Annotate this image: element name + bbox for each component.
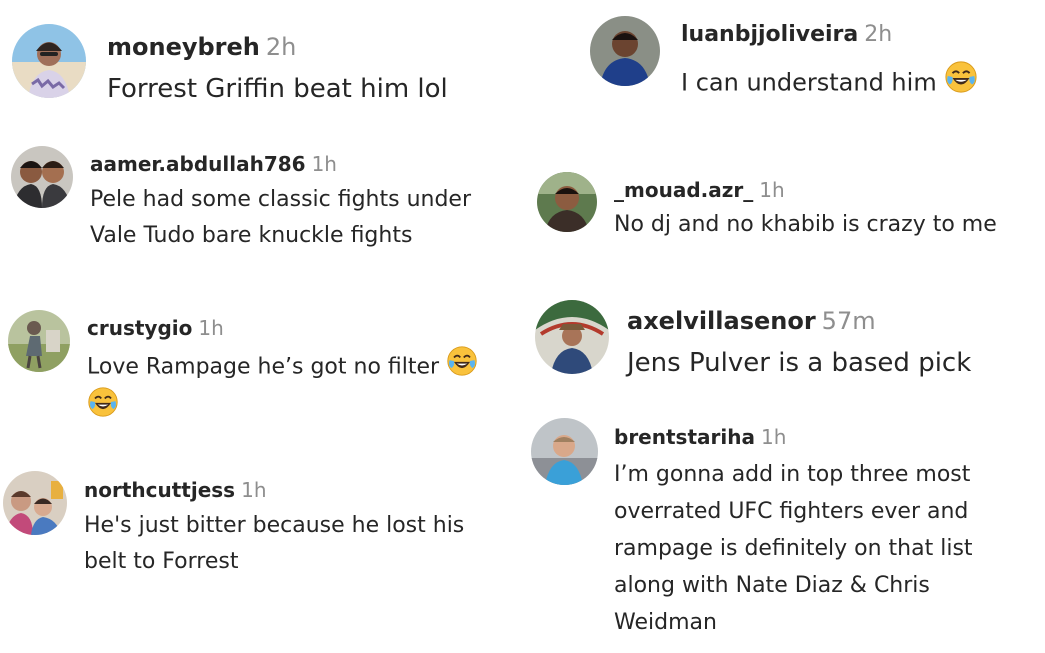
timestamp: 2h — [265, 33, 297, 61]
username[interactable]: _mouad.azr_ — [614, 178, 753, 202]
avatar[interactable] — [3, 471, 67, 535]
laughing-emoji-icon — [87, 386, 119, 418]
comment-text: Pele had some classic fights under Vale … — [90, 182, 471, 254]
comment-line-text: I can understand him — [681, 68, 937, 97]
avatar[interactable] — [8, 310, 70, 372]
comment-text: No dj and no khabib is crazy to me — [614, 207, 997, 243]
comment-line: belt to Forrest — [84, 549, 239, 574]
username[interactable]: northcuttjess — [84, 478, 235, 502]
comment-text: Forrest Griffin beat him lol — [107, 72, 448, 106]
avatar[interactable] — [590, 16, 660, 86]
username[interactable]: brentstariha — [614, 425, 755, 449]
comment-text: I can understand him — [681, 60, 978, 98]
comment-header: aamer.abdullah786 1h — [90, 154, 337, 174]
laughing-emoji-icon — [944, 60, 978, 94]
comment-line: Forrest Griffin beat him lol — [107, 74, 448, 104]
comment-header: moneybreh 2h — [107, 35, 296, 59]
username[interactable]: crustygio — [87, 316, 192, 340]
timestamp: 1h — [198, 316, 224, 340]
comment-line: Vale Tudo bare knuckle fights — [90, 223, 413, 248]
comment-line: He's just bitter because he lost his — [84, 513, 465, 538]
comment-line: I’m gonna add in top three most — [614, 462, 971, 487]
avatar[interactable] — [11, 146, 73, 208]
username[interactable]: luanbjjoliveira — [681, 22, 858, 47]
comment-line: Pele had some classic fights under — [90, 187, 472, 212]
timestamp: 2h — [864, 22, 893, 47]
comment-header: axelvillasenor 57m — [627, 309, 876, 333]
comment-line-text: Love Rampage he’s got no filter — [87, 354, 440, 380]
comment-line: Love Rampage he’s got no filter — [87, 345, 478, 386]
username[interactable]: moneybreh — [107, 33, 260, 61]
comment-header: crustygio 1h — [87, 318, 224, 338]
avatar[interactable] — [537, 172, 597, 232]
timestamp: 1h — [311, 152, 337, 176]
timestamp: 1h — [760, 425, 787, 449]
comment-header: northcuttjess 1h — [84, 480, 267, 500]
comment-header: luanbjjoliveira 2h — [681, 24, 892, 46]
comment-text: Love Rampage he’s got no filter — [87, 345, 478, 426]
laughing-emoji-icon — [446, 345, 478, 377]
comment-line: rampage is definitely on that list — [614, 536, 973, 561]
avatar[interactable] — [12, 24, 86, 98]
comment-text: Jens Pulver is a based pick — [627, 345, 971, 381]
timestamp: 57m — [821, 307, 876, 335]
timestamp: 1h — [241, 478, 267, 502]
comment-line: No dj and no khabib is crazy to me — [614, 212, 997, 237]
username[interactable]: aamer.abdullah786 — [90, 152, 306, 176]
username[interactable]: axelvillasenor — [627, 307, 816, 335]
comment-line — [87, 386, 478, 427]
comment-line: I can understand him — [681, 60, 978, 98]
comment-line: Weidman — [614, 610, 717, 635]
comment-line: Jens Pulver is a based pick — [627, 348, 972, 378]
comment-line: along with Nate Diaz & Chris — [614, 573, 930, 598]
comment-header: _mouad.azr_ 1h — [614, 180, 785, 200]
avatar[interactable] — [531, 418, 598, 485]
comment-line: overrated UFC fighters ever and — [614, 499, 969, 524]
comment-header: brentstariha 1h — [614, 427, 786, 447]
comment-text: He's just bitter because he lost his bel… — [84, 508, 464, 580]
timestamp: 1h — [759, 178, 785, 202]
comment-text: I’m gonna add in top three most overrate… — [614, 456, 973, 641]
avatar[interactable] — [535, 300, 609, 374]
